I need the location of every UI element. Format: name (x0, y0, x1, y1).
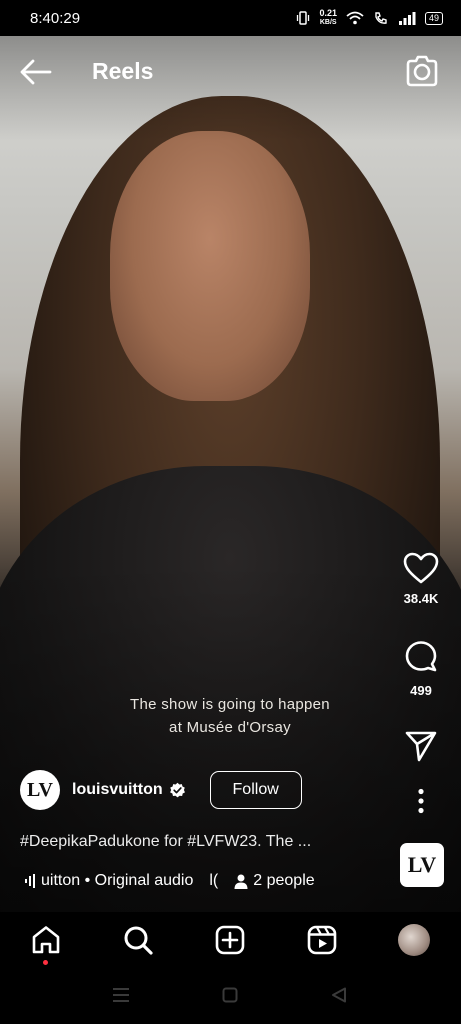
create-icon (215, 925, 245, 955)
camera-icon (406, 55, 438, 87)
wifi-icon (346, 11, 364, 25)
like-count[interactable]: 38.4K (381, 591, 461, 606)
audio-title-overflow: l( (209, 872, 219, 889)
share-action (381, 730, 461, 767)
recents-button[interactable] (112, 987, 130, 1008)
status-time: 8:40:29 (30, 9, 81, 27)
home-icon (32, 926, 60, 954)
status-bar: 8:40:29 0.21 KB/S 49 (0, 0, 461, 36)
comment-count[interactable]: 499 (381, 683, 461, 698)
avatar[interactable]: LV (20, 770, 60, 810)
audio-title[interactable]: uitton • Original audio (41, 872, 193, 890)
system-home-button[interactable] (222, 987, 238, 1008)
share-button[interactable] (404, 730, 438, 767)
audio-bars-icon (25, 874, 35, 888)
video-subtitle: The show is going to happen at Musée d'O… (60, 693, 400, 739)
page-title: Reels (92, 58, 154, 84)
username[interactable]: louisvuitton (72, 781, 163, 799)
like-action: 38.4K (381, 552, 461, 606)
battery-icon: 49 (424, 11, 443, 25)
home-notification-dot (43, 960, 48, 965)
more-icon (418, 788, 424, 814)
status-icons: 0.21 KB/S 49 (296, 9, 443, 27)
post-description[interactable]: #DeepikaPadukone for #LVFW23. The ... (20, 833, 311, 851)
nav-reels[interactable] (305, 923, 339, 957)
audio-row: uitton • Original audio l( 2 people (24, 870, 315, 892)
speed-unit: KB/S (319, 19, 337, 26)
tagged-people-label: 2 people (253, 872, 315, 889)
recents-icon (113, 988, 129, 1002)
volte-call-icon (375, 12, 387, 24)
profile-avatar (398, 924, 430, 956)
vibrate-icon (297, 11, 310, 25)
comment-action: 499 (381, 640, 461, 698)
like-button[interactable] (403, 552, 439, 589)
audio-thumbnail[interactable]: LV (400, 843, 444, 887)
search-icon (124, 926, 153, 955)
more-action (381, 788, 461, 819)
bottom-nav (0, 912, 461, 970)
speed-value: 0.21 (319, 8, 337, 18)
comment-button[interactable] (403, 640, 439, 681)
tagged-people[interactable]: 2 people (234, 872, 315, 890)
back-triangle-icon (332, 987, 346, 1003)
nav-home[interactable] (29, 923, 63, 957)
nav-profile[interactable] (397, 923, 431, 957)
system-nav-bar (0, 970, 461, 1024)
more-button[interactable] (417, 788, 425, 819)
back-button[interactable] (20, 58, 52, 86)
camera-button[interactable] (405, 55, 439, 87)
person-icon (234, 874, 248, 889)
nav-create[interactable] (213, 923, 247, 957)
verified-badge-icon (169, 782, 185, 797)
send-icon (405, 731, 437, 762)
video-subtitle-line: The show is going to happen (130, 696, 330, 713)
video-subtitle-line: at Musée d'Orsay (169, 719, 291, 736)
reels-header: Reels (0, 50, 461, 94)
nav-search[interactable] (121, 923, 155, 957)
back-arrow-icon (20, 59, 52, 85)
system-back-button[interactable] (331, 987, 347, 1008)
network-speed: 0.21 KB/S (319, 9, 337, 27)
signal-icon (398, 11, 416, 25)
comment-icon (405, 641, 437, 672)
account-row: LV louisvuitton Follow (20, 768, 302, 812)
reels-icon (307, 925, 337, 955)
follow-button[interactable]: Follow (209, 771, 302, 809)
home-square-icon (222, 987, 238, 1003)
heart-icon (403, 552, 439, 584)
